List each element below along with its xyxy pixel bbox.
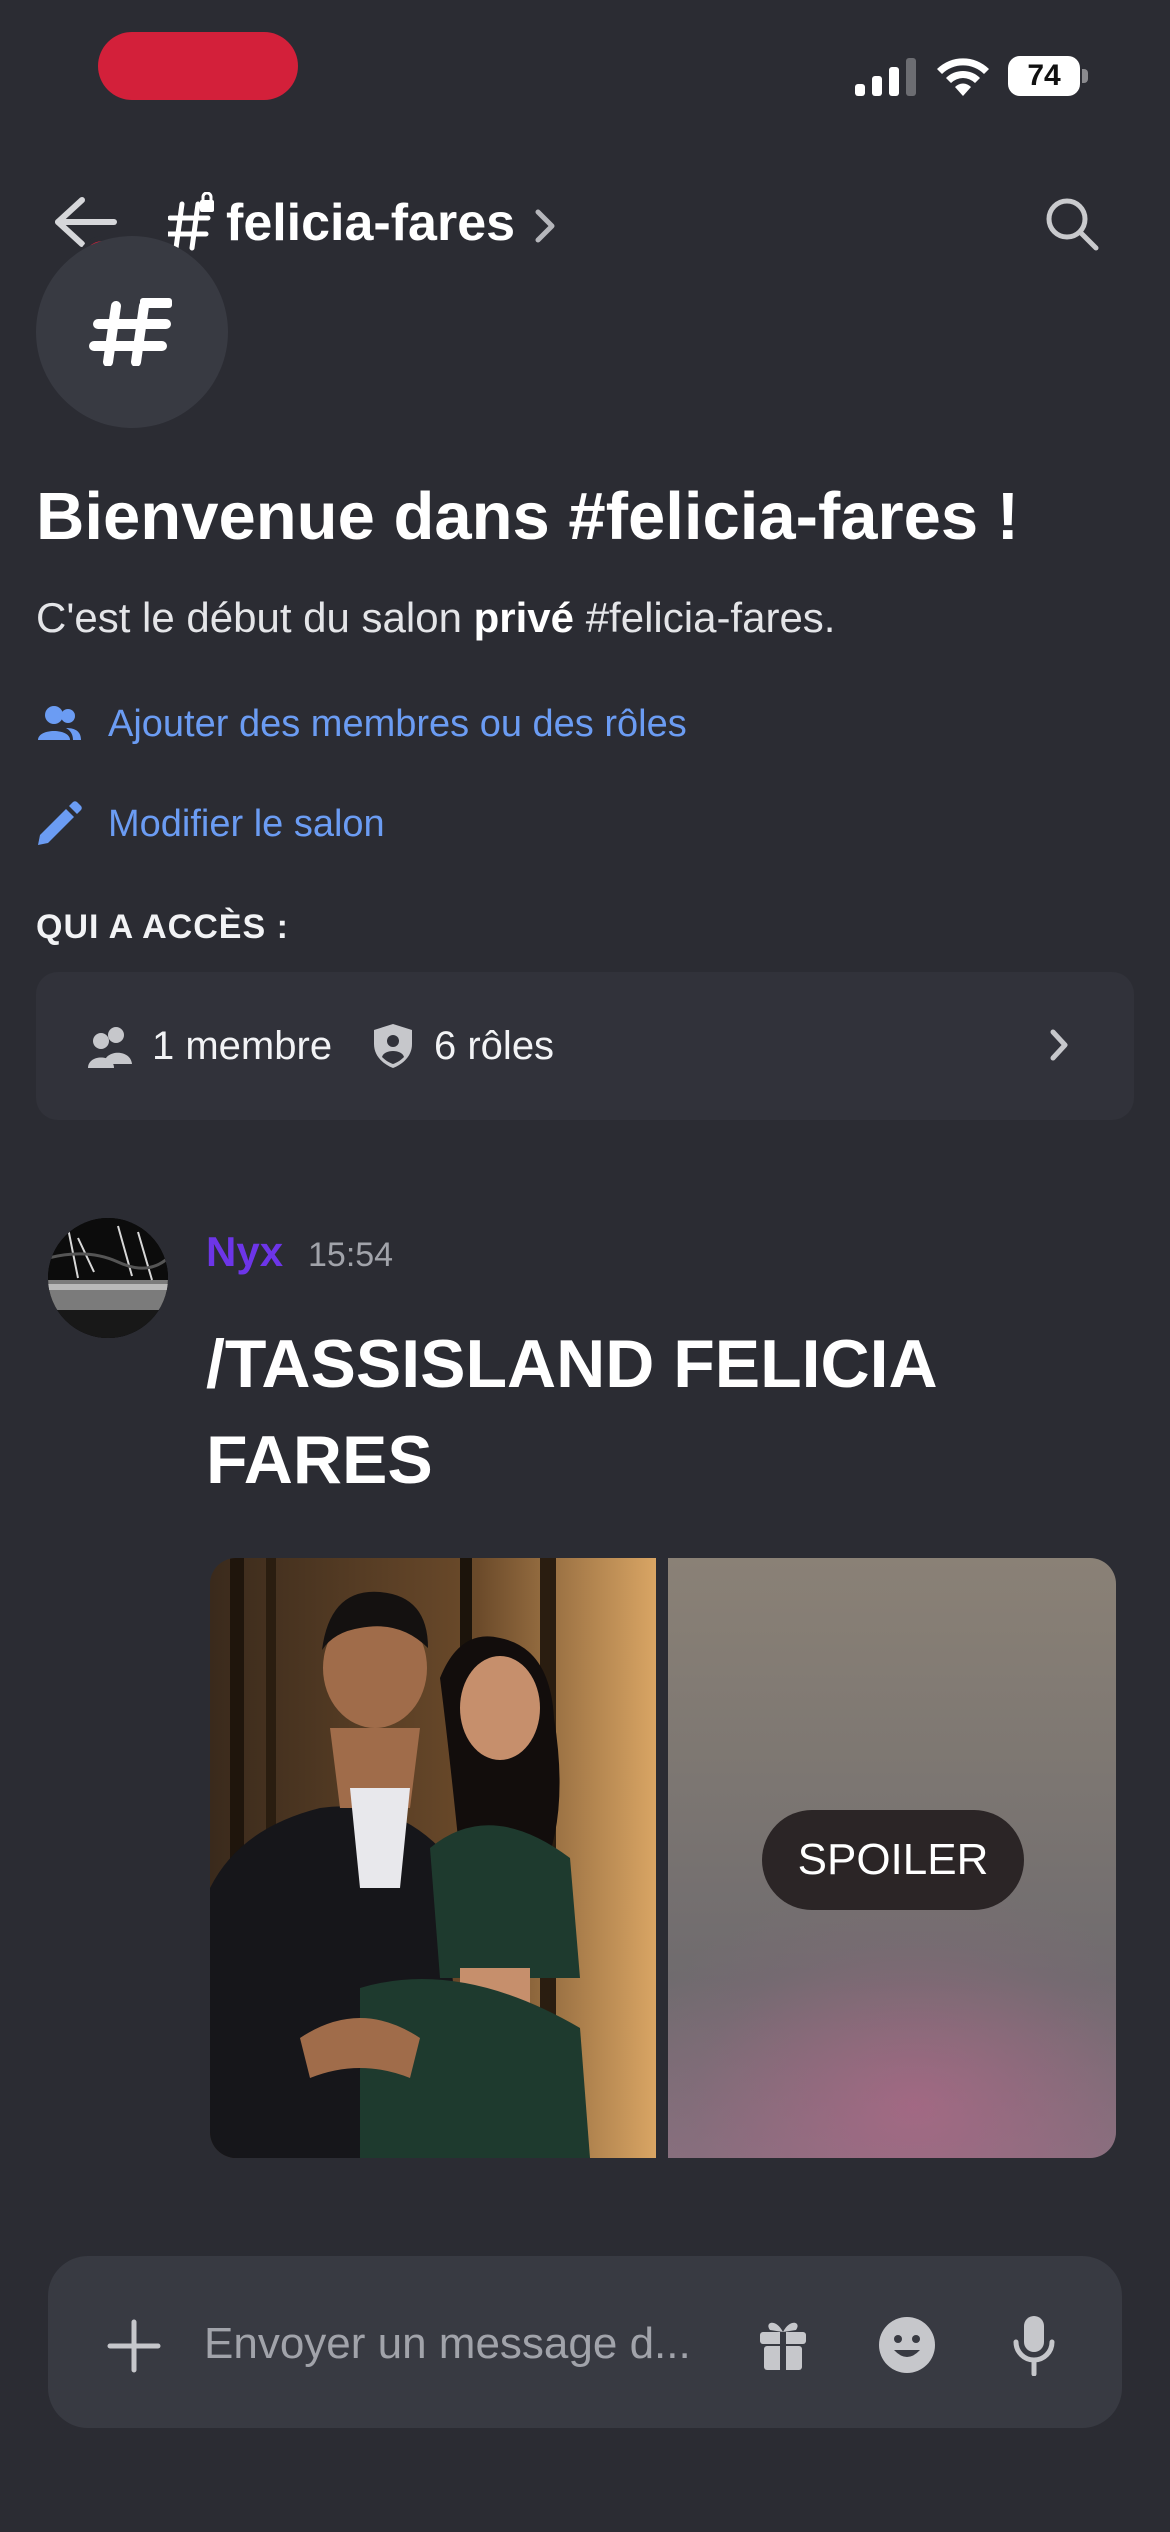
spoiler-image[interactable]: SPOILER <box>668 1558 1116 2158</box>
channel-hashtag-avatar <box>36 236 228 428</box>
access-heading: QUI A ACCÈS : <box>36 908 289 946</box>
battery-level: 74 <box>1027 59 1061 92</box>
cellular-signal-icon <box>855 58 916 96</box>
search-icon[interactable] <box>1044 196 1100 252</box>
add-members-label: Ajouter des membres ou des rôles <box>108 702 687 745</box>
message-timestamp: 15:54 <box>308 1236 394 1274</box>
members-label: 1 membre <box>152 1023 333 1068</box>
roles-count: 6 rôles <box>370 972 554 1120</box>
battery-indicator: 74 <box>1008 56 1090 96</box>
avatar[interactable] <box>48 1218 168 1338</box>
spoiler-label: SPOILER <box>762 1810 1024 1910</box>
photo-couple <box>210 1558 656 2158</box>
subtitle-prefix: C'est le début du salon <box>36 594 474 641</box>
chevron-right-icon[interactable] <box>532 206 558 246</box>
edit-channel-label: Modifier le salon <box>108 802 385 845</box>
welcome-heading: Bienvenue dans #felicia-fares ! <box>36 479 1020 554</box>
channel-access-card[interactable]: 1 membre 6 rôles <box>36 972 1134 1120</box>
microphone-icon[interactable] <box>1012 2314 1056 2376</box>
members-icon <box>38 706 81 740</box>
message-image[interactable] <box>210 1558 656 2158</box>
members-icon <box>88 1027 132 1068</box>
channel-start-text: C'est le début du salon privé #felicia-f… <box>36 582 835 654</box>
plus-icon[interactable] <box>106 2318 162 2374</box>
add-members-link[interactable]: Ajouter des membres ou des rôles <box>36 684 687 764</box>
subtitle-bold: privé <box>473 594 575 641</box>
roles-label: 6 rôles <box>434 1023 555 1068</box>
private-hashtag-icon <box>168 192 214 251</box>
channel-title[interactable]: felicia-fares <box>226 190 515 256</box>
avatar-image <box>48 1218 168 1338</box>
screen-recording-indicator[interactable] <box>98 32 298 100</box>
shield-user-icon <box>374 1024 412 1068</box>
gift-icon[interactable] <box>758 2316 808 2372</box>
edit-channel-link[interactable]: Modifier le salon <box>36 784 385 864</box>
message-author[interactable]: Nyx <box>206 1222 283 1282</box>
members-count: 1 membre <box>86 972 332 1120</box>
pencil-icon <box>38 801 82 845</box>
message-input[interactable] <box>204 2306 704 2382</box>
wifi-icon <box>937 58 989 96</box>
emoji-icon[interactable] <box>878 2316 936 2374</box>
subtitle-suffix: #felicia-fares. <box>574 594 836 641</box>
private-hashtag-icon <box>89 298 172 366</box>
message-text: /TASSISLAND FELICIA FARES <box>206 1326 936 1498</box>
chevron-right-icon <box>1050 1029 1068 1061</box>
